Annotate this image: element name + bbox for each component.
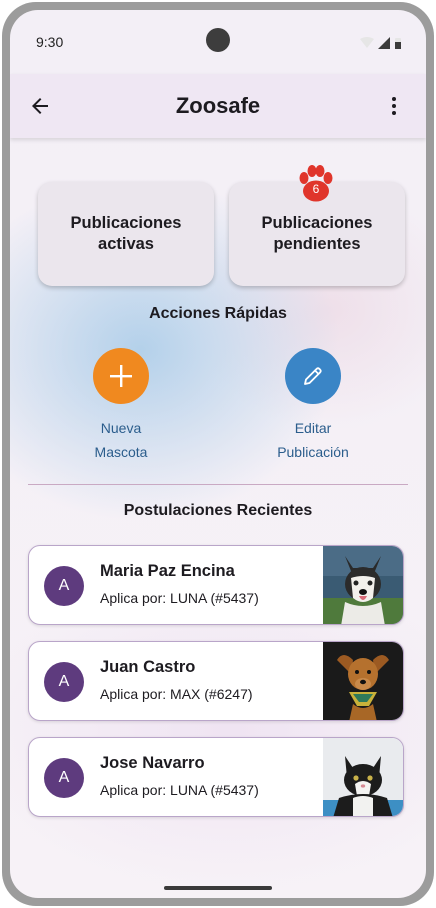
active-posts-button[interactable]: Publicaciones activas [38, 182, 214, 286]
edit-post-label-line2: Publicación [277, 444, 349, 460]
applicant-pet: Aplica por: LUNA (#5437) [100, 590, 259, 606]
avatar: A [44, 758, 84, 798]
pending-posts-label: Publicaciones pendientes [261, 214, 373, 253]
status-time: 9:30 [36, 34, 64, 50]
add-pet-label[interactable]: Nueva Mascota [56, 416, 186, 464]
avatar: A [44, 662, 84, 702]
screen: 9:30 Zoosafe Publicaciones activas Publi… [10, 10, 426, 898]
husky-dog-photo [323, 546, 403, 624]
application-card[interactable]: A Jose Navarro Aplica por: LUNA (#5437) [28, 737, 404, 817]
phone-frame: 9:30 Zoosafe Publicaciones activas Publi… [2, 2, 434, 906]
add-pet-label-line2: Mascota [94, 444, 148, 460]
page-title: Zoosafe [175, 93, 261, 118]
section-divider [28, 484, 408, 485]
status-bar: 9:30 [10, 10, 426, 74]
applicant-pet: Aplica por: LUNA (#5437) [100, 782, 259, 798]
plus-icon [110, 365, 132, 387]
add-pet-button[interactable] [93, 348, 149, 404]
tuxedo-cat-photo [323, 738, 403, 816]
signal-battery-icon [360, 37, 401, 49]
puppy-bandana-photo [323, 642, 403, 720]
avatar: A [44, 566, 84, 606]
pending-count-badge: 6 [312, 182, 320, 196]
edit-post-label[interactable]: Editar Publicación [248, 416, 378, 464]
applicant-name: Maria Paz Encina [100, 562, 235, 580]
add-pet-label-line1: Nueva [100, 420, 142, 436]
app-bar: Zoosafe [10, 74, 426, 138]
applicant-name: Jose Navarro [100, 754, 205, 772]
edit-post-button[interactable] [285, 348, 341, 404]
home-indicator [164, 886, 272, 890]
application-card[interactable]: A Juan Castro Aplica por: MAX (#6247) [28, 641, 404, 721]
active-posts-label: Publicaciones activas [70, 214, 182, 253]
applicant-name: Juan Castro [100, 658, 196, 676]
pencil-icon [304, 367, 322, 385]
recent-applications-title: Postulaciones Recientes [123, 502, 313, 519]
more-vert-icon[interactable] [382, 94, 406, 118]
camera-cutout [206, 28, 230, 52]
applicant-pet: Aplica por: MAX (#6247) [100, 686, 253, 702]
quick-actions-title: Acciones Rápidas [149, 305, 287, 322]
edit-post-label-line1: Editar [294, 420, 332, 436]
application-card[interactable]: A Maria Paz Encina Aplica por: LUNA (#54… [28, 545, 404, 625]
